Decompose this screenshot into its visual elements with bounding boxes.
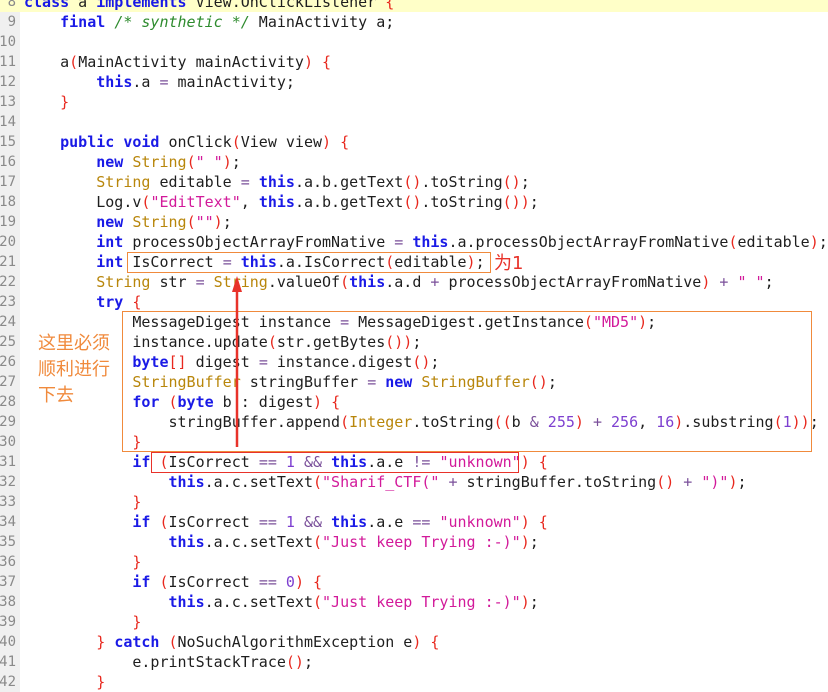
arrow-head [232, 276, 242, 292]
arrow-annotation [232, 276, 242, 447]
